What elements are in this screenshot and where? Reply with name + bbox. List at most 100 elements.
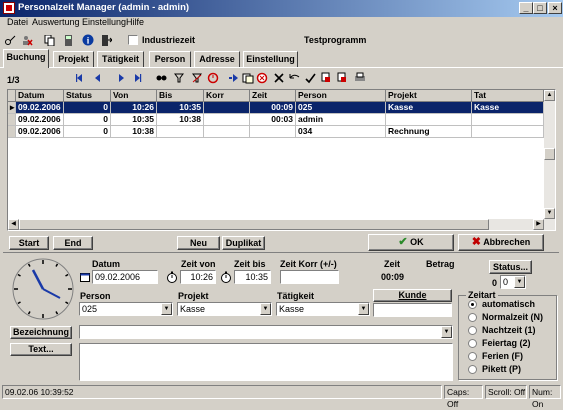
chevron-down-icon[interactable]: ▼ (358, 303, 369, 315)
status-combo[interactable]: 0 ▼ (500, 275, 526, 289)
radio-pikett[interactable] (468, 365, 477, 374)
exit-door-icon[interactable] (101, 35, 113, 46)
scroll-thumb[interactable] (544, 148, 555, 160)
cell-tat[interactable] (472, 114, 544, 126)
cell-korr[interactable] (204, 102, 250, 114)
radio-nachtzeit[interactable] (468, 326, 477, 335)
text-button[interactable]: Text... (10, 343, 72, 356)
cell-von[interactable]: 10:38 (111, 126, 157, 138)
zeit-bis-field[interactable]: 10:35 (234, 270, 271, 284)
chevron-down-icon[interactable]: ▼ (161, 303, 172, 315)
zeit-korr-field[interactable] (280, 270, 339, 284)
tab-person[interactable]: Person (149, 51, 191, 67)
duplikat-button[interactable]: Duplikat (222, 236, 265, 250)
cell-zeit[interactable]: 00:03 (250, 114, 296, 126)
copy-doc-icon[interactable] (44, 34, 55, 47)
col-header-person[interactable]: Person (296, 90, 386, 102)
end-button[interactable]: End (53, 236, 93, 250)
projekt-combo[interactable]: Kasse ▼ (177, 302, 272, 316)
scroll-left-icon[interactable]: ◀ (8, 219, 19, 230)
calculator-icon[interactable] (63, 35, 74, 46)
tab-einstellung[interactable]: Einstellung (243, 51, 298, 67)
kunde-button[interactable]: Kunde (373, 289, 452, 302)
cell-zeit[interactable] (250, 126, 296, 138)
col-header-status[interactable]: Status (64, 90, 111, 102)
radio-automatisch[interactable] (468, 300, 477, 309)
cell-person[interactable]: 025 (296, 102, 386, 114)
cell-korr[interactable] (204, 114, 250, 126)
datum-field[interactable]: 09.02.2006 (92, 270, 158, 284)
menu-hilfe[interactable]: Hilfe (126, 17, 144, 27)
cell-projekt[interactable] (386, 114, 472, 126)
minimize-button[interactable]: _ (519, 2, 533, 14)
cell-status[interactable]: 0 (64, 102, 111, 114)
cell-zeit[interactable]: 00:09 (250, 102, 296, 114)
radio-normalzeit[interactable] (468, 313, 477, 322)
neu-button[interactable]: Neu (177, 236, 220, 250)
menu-auswertung[interactable]: Auswertung (32, 17, 80, 27)
taetigkeit-combo[interactable]: Kasse ▼ (276, 302, 370, 316)
cell-korr[interactable] (204, 126, 250, 138)
col-header-bis[interactable]: Bis (157, 90, 204, 102)
user-delete-icon[interactable] (22, 35, 33, 46)
calendar-icon[interactable] (80, 272, 90, 282)
scroll-up-icon[interactable]: ▲ (544, 90, 555, 101)
maximize-button[interactable]: □ (533, 2, 547, 14)
stopwatch-icon[interactable] (166, 271, 178, 283)
scroll-right-icon[interactable]: ▶ (533, 219, 544, 230)
kunde-field[interactable] (373, 303, 452, 317)
keys-icon[interactable] (5, 35, 16, 46)
stopwatch-icon[interactable] (220, 271, 232, 283)
menu-datei[interactable]: Datei (7, 17, 28, 27)
chevron-down-icon[interactable]: ▼ (260, 303, 271, 315)
cell-person[interactable]: 034 (296, 126, 386, 138)
cell-datum[interactable]: 09.02.2006 (16, 126, 64, 138)
cell-bis[interactable]: 10:35 (157, 102, 204, 114)
col-header-tat[interactable]: Tat (472, 90, 544, 102)
industriezeit-checkbox[interactable] (128, 35, 138, 45)
grid-vertical-scrollbar[interactable]: ▲ ▼ (544, 90, 555, 230)
col-header-von[interactable]: Von (111, 90, 157, 102)
status-button[interactable]: Status... (489, 260, 532, 274)
cell-bis[interactable] (157, 126, 204, 138)
text-area[interactable] (79, 343, 453, 381)
h-scroll-thumb[interactable] (19, 219, 489, 230)
cell-von[interactable]: 10:26 (111, 102, 157, 114)
zeit-von-field[interactable]: 10:26 (180, 270, 216, 284)
radio-ferien[interactable] (468, 352, 477, 361)
cell-status[interactable]: 0 (64, 114, 111, 126)
col-header-zeit[interactable]: Zeit (250, 90, 296, 102)
cell-datum[interactable]: 09.02.2006 (16, 102, 64, 114)
tab-projekt[interactable]: Projekt (53, 51, 94, 67)
cell-datum[interactable]: 09.02.2006 (16, 114, 64, 126)
cell-tat[interactable]: Kasse (472, 102, 544, 114)
radio-feiertag[interactable] (468, 339, 477, 348)
col-header-korr[interactable]: Korr (204, 90, 250, 102)
tab-taetigkeit[interactable]: Tätigkeit (97, 51, 144, 67)
col-header-datum[interactable]: Datum (16, 90, 64, 102)
chevron-down-icon[interactable]: ▼ (441, 326, 452, 338)
cell-bis[interactable]: 10:38 (157, 114, 204, 126)
cell-tat[interactable] (472, 126, 544, 138)
cell-person[interactable]: admin (296, 114, 386, 126)
scroll-down-icon[interactable]: ▼ (544, 208, 555, 219)
bezeichnung-combo[interactable]: ▼ (79, 325, 453, 339)
zeit-von-label: Zeit von (181, 259, 216, 269)
bezeichnung-button[interactable]: Bezeichnung (10, 326, 72, 339)
col-header-projekt[interactable]: Projekt (386, 90, 472, 102)
person-combo[interactable]: 025 ▼ (79, 302, 173, 316)
tab-adresse[interactable]: Adresse (194, 51, 240, 67)
chevron-down-icon[interactable]: ▼ (514, 276, 525, 288)
cell-status[interactable]: 0 (64, 126, 111, 138)
cell-von[interactable]: 10:35 (111, 114, 157, 126)
abbrechen-button[interactable]: ✖ Abbrechen (458, 234, 544, 251)
start-button[interactable]: Start (9, 236, 49, 250)
cell-projekt[interactable]: Rechnung (386, 126, 472, 138)
cell-projekt[interactable]: Kasse (386, 102, 472, 114)
menu-einstellung[interactable]: Einstellung (82, 17, 126, 27)
close-button[interactable]: × (548, 2, 562, 14)
ok-button[interactable]: ✔ OK (368, 234, 454, 251)
info-icon[interactable]: i (82, 34, 94, 46)
tab-buchung[interactable]: Buchung (3, 49, 49, 68)
grid-horizontal-scrollbar[interactable]: ◀ ▶ (8, 219, 544, 230)
